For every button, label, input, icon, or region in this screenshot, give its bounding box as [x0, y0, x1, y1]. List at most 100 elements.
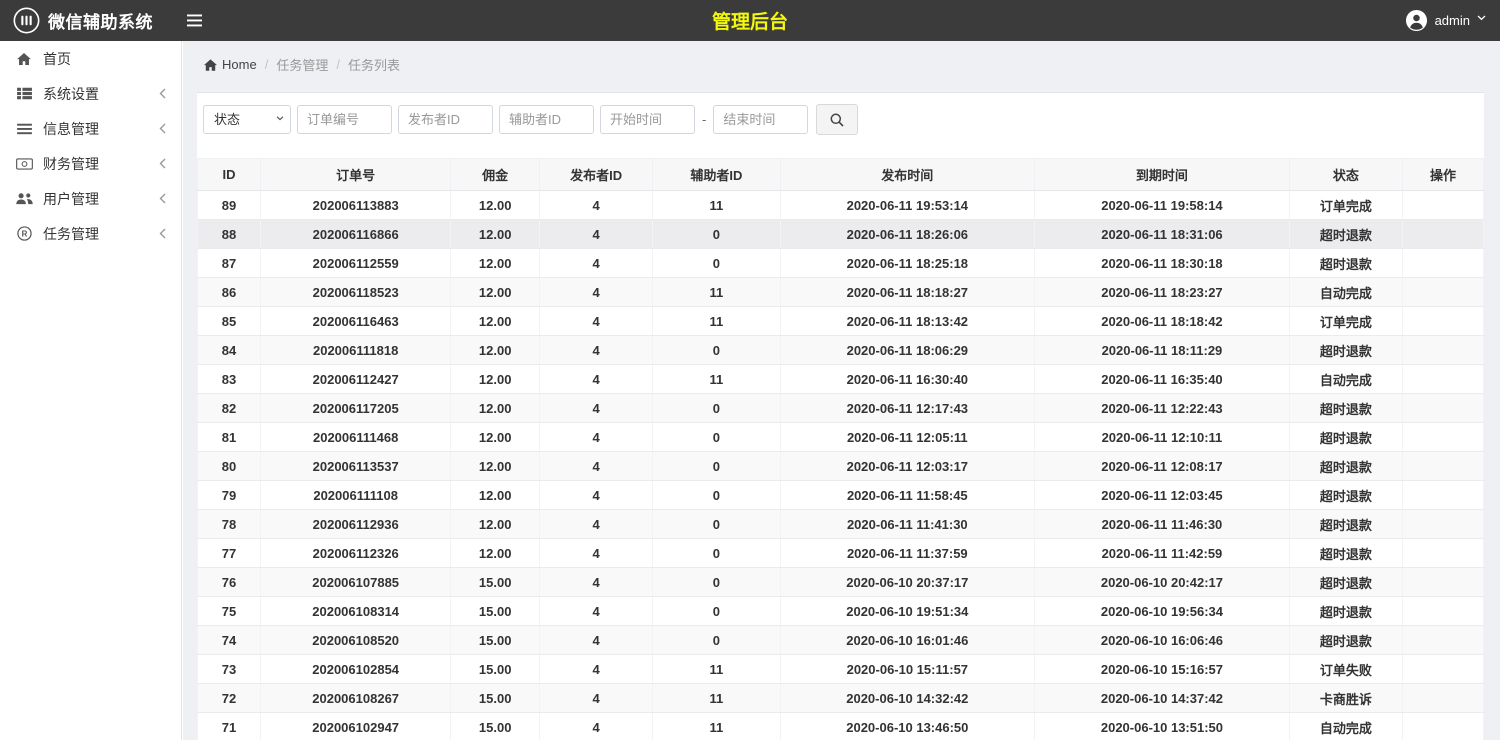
cell-order-no: 202006112326 — [261, 539, 451, 568]
cell-action — [1402, 220, 1483, 249]
cell-expire-time: 2020-06-10 19:56:34 — [1035, 597, 1290, 626]
cell-expire-time: 2020-06-11 18:31:06 — [1035, 220, 1290, 249]
sidebar-item-finance[interactable]: 财务管理 — [0, 146, 181, 181]
filter-bar: 状态 - — [203, 104, 1484, 135]
cell-order-no: 202006102947 — [261, 713, 451, 740]
table-row[interactable]: 8420200611181812.00402020-06-11 18:06:29… — [198, 336, 1484, 365]
table-row[interactable]: 7620200610788515.00402020-06-10 20:37:17… — [198, 568, 1484, 597]
cell-action — [1402, 394, 1483, 423]
cell-status: 超时退款 — [1289, 423, 1402, 452]
registered-icon: R — [15, 226, 33, 241]
table-row[interactable]: 8220200611720512.00402020-06-11 12:17:43… — [198, 394, 1484, 423]
table-row[interactable]: 7520200610831415.00402020-06-10 19:51:34… — [198, 597, 1484, 626]
cell-helper-id: 0 — [653, 539, 780, 568]
sidebar-item-label: 财务管理 — [43, 154, 159, 174]
cell-helper-id: 0 — [653, 452, 780, 481]
table-row[interactable]: 7720200611232612.00402020-06-11 11:37:59… — [198, 539, 1484, 568]
cell-action — [1402, 510, 1483, 539]
cell-status: 超时退款 — [1289, 452, 1402, 481]
status-select-wrap: 状态 — [203, 105, 291, 134]
column-header: 辅助者ID — [653, 159, 780, 191]
cell-publish-time: 2020-06-11 18:13:42 — [780, 307, 1035, 336]
hamburger-icon — [187, 14, 202, 27]
table-row[interactable]: 8120200611146812.00402020-06-11 12:05:11… — [198, 423, 1484, 452]
sidebar-item-home[interactable]: 首页 — [0, 41, 181, 76]
table-row[interactable]: 8720200611255912.00402020-06-11 18:25:18… — [198, 249, 1484, 278]
cell-publisher-id: 4 — [540, 568, 653, 597]
cell-commission: 12.00 — [451, 336, 540, 365]
status-select[interactable]: 状态 — [203, 105, 291, 134]
cell-id: 80 — [198, 452, 261, 481]
cell-id: 76 — [198, 568, 261, 597]
table-row[interactable]: 7120200610294715.004112020-06-10 13:46:5… — [198, 713, 1484, 740]
table-row[interactable]: 7320200610285415.004112020-06-10 15:11:5… — [198, 655, 1484, 684]
sidebar-item-label: 用户管理 — [43, 189, 159, 209]
cell-action — [1402, 423, 1483, 452]
cell-order-no: 202006111108 — [261, 481, 451, 510]
cell-helper-id: 11 — [653, 278, 780, 307]
cell-status: 超时退款 — [1289, 220, 1402, 249]
table-row[interactable]: 7220200610826715.004112020-06-10 14:32:4… — [198, 684, 1484, 713]
task-table-body: 8920200611388312.004112020-06-11 19:53:1… — [198, 191, 1484, 740]
sidebar-item-label: 首页 — [43, 49, 166, 69]
table-row[interactable]: 8520200611646312.004112020-06-11 18:13:4… — [198, 307, 1484, 336]
cell-helper-id: 0 — [653, 481, 780, 510]
sidebar-item-info-management[interactable]: 信息管理 — [0, 111, 181, 146]
cell-publish-time: 2020-06-11 18:06:29 — [780, 336, 1035, 365]
cell-status: 卡商胜诉 — [1289, 684, 1402, 713]
start-time-input[interactable] — [600, 105, 695, 134]
sidebar-item-label: 任务管理 — [43, 224, 159, 244]
cell-action — [1402, 336, 1483, 365]
table-row[interactable]: 8920200611388312.004112020-06-11 19:53:1… — [198, 191, 1484, 220]
table-row[interactable]: 7920200611110812.00402020-06-11 11:58:45… — [198, 481, 1484, 510]
table-row[interactable]: 8620200611852312.004112020-06-11 18:18:2… — [198, 278, 1484, 307]
cell-helper-id: 0 — [653, 220, 780, 249]
cell-status: 超时退款 — [1289, 510, 1402, 539]
cell-status: 超时退款 — [1289, 481, 1402, 510]
cell-expire-time: 2020-06-11 11:46:30 — [1035, 510, 1290, 539]
end-time-input[interactable] — [713, 105, 808, 134]
search-button[interactable] — [816, 104, 858, 135]
brand-logo-icon — [13, 7, 40, 34]
table-row[interactable]: 8020200611353712.00402020-06-11 12:03:17… — [198, 452, 1484, 481]
cell-publisher-id: 4 — [540, 510, 653, 539]
table-row[interactable]: 7820200611293612.00402020-06-11 11:41:30… — [198, 510, 1484, 539]
cell-publisher-id: 4 — [540, 481, 653, 510]
cell-publisher-id: 4 — [540, 278, 653, 307]
cell-publish-time: 2020-06-11 11:58:45 — [780, 481, 1035, 510]
content-area: Home / 任务管理 / 任务列表 状态 - — [183, 41, 1500, 740]
publisher-id-input[interactable] — [398, 105, 493, 134]
cell-commission: 15.00 — [451, 684, 540, 713]
cell-publisher-id: 4 — [540, 191, 653, 220]
user-menu[interactable]: admin — [1405, 0, 1486, 41]
table-row[interactable]: 8820200611686612.00402020-06-11 18:26:06… — [198, 220, 1484, 249]
cell-publish-time: 2020-06-11 18:26:06 — [780, 220, 1035, 249]
table-row[interactable]: 8320200611242712.004112020-06-11 16:30:4… — [198, 365, 1484, 394]
cell-order-no: 202006116866 — [261, 220, 451, 249]
chevron-left-icon — [159, 88, 166, 99]
cell-publisher-id: 4 — [540, 423, 653, 452]
breadcrumb-section: 任务管理 — [276, 55, 328, 74]
sidebar-item-tasks[interactable]: R 任务管理 — [0, 216, 181, 251]
cell-helper-id: 0 — [653, 336, 780, 365]
username-label: admin — [1435, 13, 1470, 28]
cell-publish-time: 2020-06-11 16:30:40 — [780, 365, 1035, 394]
cell-id: 81 — [198, 423, 261, 452]
cell-publish-time: 2020-06-10 16:01:46 — [780, 626, 1035, 655]
breadcrumb-home-link[interactable]: Home — [204, 57, 257, 72]
cell-id: 86 — [198, 278, 261, 307]
sidebar-item-system-settings[interactable]: 系统设置 — [0, 76, 181, 111]
order-no-input[interactable] — [297, 105, 392, 134]
sidebar-item-users[interactable]: 用户管理 — [0, 181, 181, 216]
helper-id-input[interactable] — [499, 105, 594, 134]
breadcrumb: Home / 任务管理 / 任务列表 — [204, 55, 1500, 74]
sidebar-toggle-button[interactable] — [183, 10, 206, 31]
cell-publish-time: 2020-06-10 15:11:57 — [780, 655, 1035, 684]
cell-commission: 12.00 — [451, 452, 540, 481]
chevron-left-icon — [159, 193, 166, 204]
brand[interactable]: 微信辅助系统 — [0, 7, 169, 34]
table-row[interactable]: 7420200610852015.00402020-06-10 16:01:46… — [198, 626, 1484, 655]
topbar: 微信辅助系统 管理后台 admin — [0, 0, 1500, 41]
cell-action — [1402, 597, 1483, 626]
cell-expire-time: 2020-06-11 18:23:27 — [1035, 278, 1290, 307]
